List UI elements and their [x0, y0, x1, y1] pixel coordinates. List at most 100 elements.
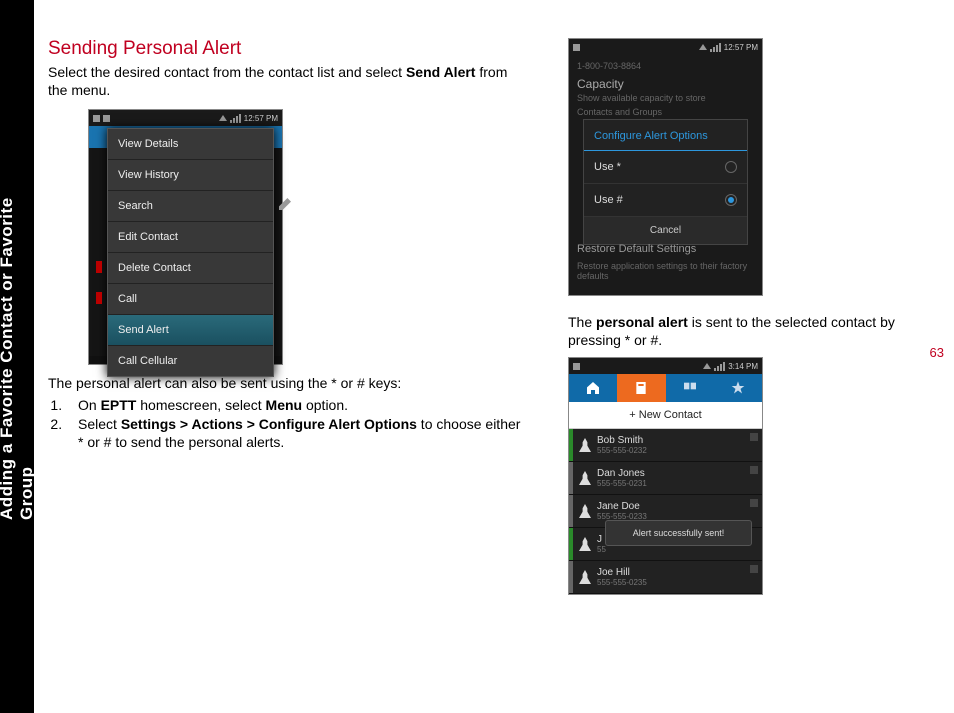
- t: option.: [302, 397, 348, 413]
- person-icon: [579, 570, 591, 584]
- menu-call-cellular[interactable]: Call Cellular: [108, 346, 273, 376]
- contact-list-body: + New Contact Bob Smith555-555-0232 Dan …: [569, 402, 762, 594]
- menu-call[interactable]: Call: [108, 284, 273, 315]
- tab-groups[interactable]: [666, 374, 714, 402]
- right-paragraph: The personal alert is sent to the select…: [568, 314, 928, 349]
- t: Settings > Actions > Configure Alert Opt…: [121, 416, 417, 432]
- tab-favorites[interactable]: [714, 374, 762, 402]
- corner-icon: [750, 433, 758, 441]
- t: homescreen, select: [136, 397, 265, 413]
- dialog-title: Configure Alert Options: [584, 120, 747, 151]
- signal-icon: [219, 115, 227, 121]
- capacity-sub2: Contacts and Groups: [569, 105, 762, 119]
- after-menu-text: The personal alert can also be sent usin…: [48, 375, 528, 393]
- status-right: 12:57 PM: [219, 114, 278, 123]
- t: personal alert: [596, 314, 688, 330]
- status-time: 12:57 PM: [724, 43, 758, 52]
- contact-text: Joe Hill555-555-0235: [597, 567, 647, 587]
- status-time: 12:57 PM: [244, 114, 278, 123]
- intro-paragraph: Select the desired contact from the cont…: [48, 64, 528, 99]
- page: Adding a Favorite Contact or Favorite Gr…: [0, 0, 954, 713]
- option-use-star[interactable]: Use *: [584, 151, 747, 184]
- option-label: Use #: [594, 194, 623, 206]
- new-contact-button[interactable]: + New Contact: [569, 402, 762, 429]
- presence-bar-icon: [569, 495, 573, 527]
- contact-number: 555-555-0232: [597, 446, 647, 455]
- contact-name: Dan Jones: [597, 468, 647, 479]
- status-left-icons: [93, 115, 110, 122]
- phone-body: View Details View History Search Edit Co…: [89, 126, 282, 356]
- status-bar: 3:14 PM: [569, 358, 762, 374]
- contact-text: Bob Smith555-555-0232: [597, 435, 647, 455]
- contact-row[interactable]: Dan Jones555-555-0231: [569, 462, 762, 495]
- t: On: [78, 397, 101, 413]
- status-right: 3:14 PM: [703, 362, 758, 371]
- steps-list: On EPTT homescreen, select Menu option. …: [66, 397, 528, 452]
- bars-icon: [230, 114, 241, 123]
- contacts-icon: [633, 380, 649, 396]
- person-icon: [579, 537, 591, 551]
- screenshot-contact-list: 3:14 PM + New Contact Bob Smith555-555-0…: [568, 357, 763, 595]
- contact-text: Dan Jones555-555-0231: [597, 468, 647, 488]
- bars-icon: [714, 362, 725, 371]
- menu-edit-contact[interactable]: Edit Contact: [108, 222, 273, 253]
- contact-text: Jane Doe555-555-0233: [597, 501, 647, 521]
- status-right: 12:57 PM: [699, 43, 758, 52]
- menu-view-details[interactable]: View Details: [108, 129, 273, 160]
- restore-sub: Restore application settings to their fa…: [569, 259, 762, 283]
- menu-search[interactable]: Search: [108, 191, 273, 222]
- contact-number: 555-555-0235: [597, 578, 647, 587]
- groups-icon: [682, 380, 698, 396]
- menu-delete-contact[interactable]: Delete Contact: [108, 253, 273, 284]
- tab-contacts[interactable]: [617, 374, 665, 402]
- status-left-icons: [573, 363, 580, 370]
- tab-home[interactable]: [569, 374, 617, 402]
- signal-icon: [699, 44, 707, 50]
- step-2: Select Settings > Actions > Configure Al…: [66, 416, 528, 451]
- pencil-icon: [279, 198, 291, 210]
- contact-name: Joe Hill: [597, 567, 647, 578]
- contact-number: 555-555-0231: [597, 479, 647, 488]
- t: The: [568, 314, 596, 330]
- menu-search-label: Search: [118, 200, 153, 212]
- toast-message: Alert successfully sent!: [605, 520, 752, 546]
- menu-send-alert[interactable]: Send Alert: [108, 315, 273, 346]
- below-dialog: Restore Default Settings Restore applica…: [569, 239, 762, 283]
- radio-icon: [725, 194, 737, 206]
- contact-row[interactable]: Bob Smith555-555-0232: [569, 429, 762, 462]
- radio-icon: [725, 161, 737, 173]
- configure-alert-dialog: Configure Alert Options Use * Use # Canc…: [583, 119, 748, 245]
- contact-row[interactable]: Joe Hill555-555-0235: [569, 561, 762, 594]
- screenshot-configure-alert: 12:57 PM 1-800-703-8864 Capacity Show av…: [568, 38, 763, 296]
- menu-view-history[interactable]: View History: [108, 160, 273, 191]
- contact-number: 55: [597, 545, 606, 554]
- option-use-hash[interactable]: Use #: [584, 184, 747, 217]
- presence-bar-icon: [569, 528, 573, 560]
- menu-delete-label: Delete Contact: [118, 262, 191, 274]
- section-heading: Sending Personal Alert: [48, 38, 528, 60]
- phone-body: 1-800-703-8864 Capacity Show available c…: [569, 55, 762, 295]
- right-column: 12:57 PM 1-800-703-8864 Capacity Show av…: [568, 38, 928, 595]
- person-icon: [579, 471, 591, 485]
- t: EPTT: [101, 397, 137, 413]
- phone-number-row: 1-800-703-8864: [569, 59, 762, 73]
- context-menu: View Details View History Search Edit Co…: [107, 128, 274, 377]
- contact-name: Bob Smith: [597, 435, 647, 446]
- person-icon: [579, 504, 591, 518]
- step-1: On EPTT homescreen, select Menu option.: [66, 397, 528, 415]
- phone-frame: 12:57 PM View Details View History Searc…: [88, 109, 283, 365]
- home-icon: [585, 380, 601, 396]
- screenshot-context-menu: 12:57 PM View Details View History Searc…: [88, 109, 528, 365]
- capacity-title: Capacity: [569, 73, 762, 91]
- star-icon: [730, 380, 746, 396]
- status-bar: 12:57 PM: [569, 39, 762, 55]
- presence-bar-icon: [569, 429, 573, 461]
- presence-bar-icon: [569, 462, 573, 494]
- corner-icon: [750, 466, 758, 474]
- red-indicator-icon: [96, 261, 102, 273]
- t: Menu: [266, 397, 303, 413]
- restore-title: Restore Default Settings: [569, 239, 762, 259]
- content-columns: Sending Personal Alert Select the desire…: [48, 38, 928, 595]
- status-bar: 12:57 PM: [89, 110, 282, 126]
- t: Select: [78, 416, 121, 432]
